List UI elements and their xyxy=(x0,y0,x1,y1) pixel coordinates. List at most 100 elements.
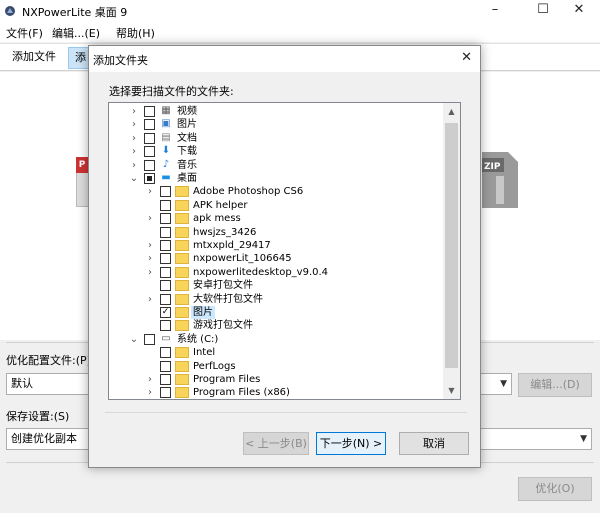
tree-row[interactable]: APK helper xyxy=(109,199,439,212)
tree-row[interactable]: › nxpowerLit_106645 xyxy=(109,252,439,265)
download-icon: ⬇ xyxy=(161,145,171,157)
dialog-title-bar: 添加文件夹 ✕ xyxy=(89,46,480,72)
tree-row[interactable]: hwsjzs_3426 xyxy=(109,226,439,239)
folder-prompt: 选择要扫描文件的文件夹: xyxy=(109,85,234,98)
tree-row[interactable]: Intel xyxy=(109,346,439,359)
chevron-right-icon[interactable]: › xyxy=(129,105,139,118)
tree-row[interactable]: › Program Files (x86) xyxy=(109,386,439,399)
tree-checkbox[interactable] xyxy=(160,360,171,372)
tree-row-label: apk mess xyxy=(193,213,241,225)
tree-row[interactable]: › apk mess xyxy=(109,212,439,225)
tree-row[interactable]: › ♪ 音乐 xyxy=(109,159,439,172)
edit-profile-button[interactable]: 编辑...(D) xyxy=(518,373,592,397)
chevron-down-icon[interactable]: ⌄ xyxy=(129,172,139,185)
tree-row[interactable]: 安卓打包文件 xyxy=(109,279,439,292)
cancel-button[interactable]: 取消 xyxy=(399,432,469,455)
tree-checkbox[interactable] xyxy=(144,333,155,345)
scroll-thumb[interactable] xyxy=(445,123,458,368)
tree-row[interactable]: › nxpowerlitedesktop_v9.0.4 xyxy=(109,266,439,279)
tree-checkbox[interactable] xyxy=(160,226,171,238)
tree-checkbox[interactable] xyxy=(144,132,155,144)
tree-checkbox[interactable] xyxy=(160,374,171,385)
tree-row[interactable]: › mtxxpld_29417 xyxy=(109,239,439,252)
tree-row-label: nxpowerlitedesktop_v9.0.4 xyxy=(193,266,329,278)
tree-row[interactable]: 游戏打包文件 xyxy=(109,319,439,332)
chevron-right-icon[interactable]: › xyxy=(145,373,155,386)
tree-row[interactable]: › ⬇ 下载 xyxy=(109,145,439,158)
chevron-down-icon: ▼ xyxy=(580,434,587,444)
save-settings-label: 保存设置:(S) xyxy=(6,410,70,423)
chevron-right-icon[interactable]: › xyxy=(145,252,155,265)
chevron-right-icon[interactable]: › xyxy=(145,386,155,399)
tree-row[interactable]: PerfLogs xyxy=(109,360,439,373)
tree-checkbox[interactable] xyxy=(144,146,155,158)
tree-checkbox[interactable] xyxy=(160,280,171,292)
folder-icon xyxy=(175,360,189,372)
tree-checkbox[interactable] xyxy=(144,159,155,171)
document-icon: ▤ xyxy=(161,131,171,143)
tree-checkbox[interactable] xyxy=(160,213,171,225)
folder-icon xyxy=(175,293,189,305)
tree-row[interactable]: ✓ 图片 xyxy=(109,306,439,319)
chevron-right-icon[interactable]: › xyxy=(145,293,155,306)
tree-row-label: 安卓打包文件 xyxy=(193,280,253,292)
tree-row-label: Adobe Photoshop CS6 xyxy=(193,186,304,198)
menu-bar: 文件(F) 编辑...(E) 帮助(H) xyxy=(0,22,600,42)
tree-checkbox[interactable] xyxy=(160,199,171,211)
tree-row[interactable]: › Program Files xyxy=(109,373,439,386)
chevron-right-icon[interactable]: › xyxy=(129,145,139,158)
menu-edit[interactable]: 编辑...(E) xyxy=(52,25,100,41)
next-button[interactable]: 下一步(N) > xyxy=(316,432,386,455)
chevron-right-icon[interactable]: › xyxy=(129,132,139,145)
tree-checkbox[interactable]: ✓ xyxy=(160,307,171,318)
chevron-down-icon[interactable]: ⌄ xyxy=(129,333,139,346)
tree-checkbox[interactable] xyxy=(144,106,155,117)
pdf-badge-icon: P xyxy=(76,157,88,173)
chevron-right-icon[interactable]: › xyxy=(145,212,155,225)
dialog-close-button[interactable]: ✕ xyxy=(461,50,472,65)
tree-checkbox[interactable] xyxy=(160,320,171,332)
menu-file[interactable]: 文件(F) xyxy=(6,25,43,41)
tree-row[interactable]: › 大软件打包文件 xyxy=(109,293,439,306)
tree-row[interactable]: ⌄ ▭ 系统 (C:) xyxy=(109,333,439,346)
chevron-right-icon[interactable]: › xyxy=(145,266,155,279)
folder-tree[interactable]: › ▦ 视频 › ▣ 图片 › ▤ 文档 › ⬇ 下载 › ♪ 音乐 ⌄ ▬ 桌面 › Adobe Photoshop… xyxy=(108,102,461,400)
optimize-button[interactable]: 优化(O) xyxy=(518,477,592,501)
tree-checkbox[interactable] xyxy=(160,240,171,251)
tree-row-label: Intel xyxy=(193,347,216,359)
vertical-scrollbar[interactable]: ▲ ▼ xyxy=(443,103,460,399)
close-button[interactable]: ✕ xyxy=(558,0,600,22)
tab-add-files[interactable]: 添加文件 xyxy=(6,47,62,69)
app-title: NXPowerLite 桌面 9 xyxy=(22,6,128,19)
folder-icon xyxy=(175,320,189,332)
tree-checkbox[interactable] xyxy=(160,253,171,265)
tree-row[interactable]: › ▦ 视频 xyxy=(109,105,439,118)
prev-button[interactable]: < 上一步(B) xyxy=(243,432,309,455)
chevron-right-icon[interactable]: › xyxy=(129,159,139,172)
tree-checkbox[interactable] xyxy=(144,173,155,184)
chevron-right-icon[interactable]: › xyxy=(145,239,155,252)
tree-row-label: 音乐 xyxy=(177,159,197,171)
folder-icon xyxy=(175,307,189,318)
minimize-button[interactable]: – xyxy=(474,0,516,22)
app-logo-icon xyxy=(5,6,15,16)
tree-checkbox[interactable] xyxy=(160,186,171,198)
tree-row[interactable]: › Adobe Photoshop CS6 xyxy=(109,185,439,198)
tree-row[interactable]: › ▤ 文档 xyxy=(109,132,439,145)
tree-row[interactable]: ⌄ ▬ 桌面 xyxy=(109,172,439,185)
tree-checkbox[interactable] xyxy=(160,387,171,399)
folder-icon xyxy=(175,347,189,359)
menu-help[interactable]: 帮助(H) xyxy=(116,25,155,41)
tree-row-label: 图片 xyxy=(191,306,215,319)
chevron-down-icon: ▼ xyxy=(500,379,507,389)
tree-checkbox[interactable] xyxy=(144,119,155,131)
tree-row-label: Program Files xyxy=(193,374,261,385)
tree-checkbox[interactable] xyxy=(160,347,171,359)
scroll-down-icon[interactable]: ▼ xyxy=(443,382,460,399)
tree-checkbox[interactable] xyxy=(160,266,171,278)
scroll-up-icon[interactable]: ▲ xyxy=(443,103,460,120)
chevron-right-icon[interactable]: › xyxy=(129,118,139,131)
tree-row[interactable]: › ▣ 图片 xyxy=(109,118,439,131)
chevron-right-icon[interactable]: › xyxy=(145,185,155,198)
tree-checkbox[interactable] xyxy=(160,293,171,305)
